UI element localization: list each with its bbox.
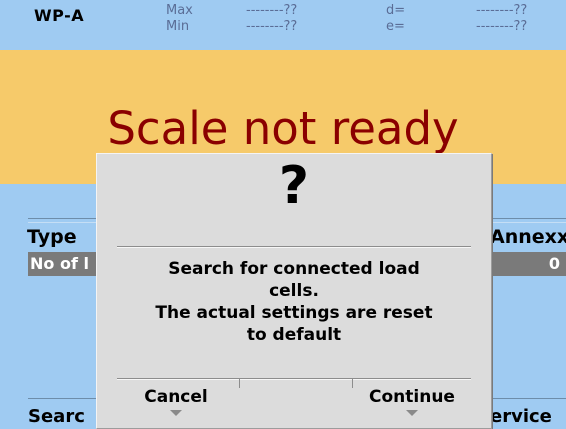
confirm-dialog: ? Search for connected load cells. The a… xyxy=(96,153,492,429)
dialog-message: Search for connected load cells. The act… xyxy=(117,258,471,346)
max-label: Max xyxy=(166,3,193,18)
row-label: No of l xyxy=(30,254,89,273)
down-arrow-icon xyxy=(170,410,182,416)
cancel-label: Cancel xyxy=(144,387,208,407)
status-message: Scale not ready xyxy=(107,102,459,155)
max-min-values: --------?? --------?? xyxy=(246,3,297,35)
e-label: e= xyxy=(386,19,405,34)
button-separator xyxy=(239,378,240,388)
message-line: The actual settings are reset xyxy=(155,303,433,323)
continue-label: Continue xyxy=(369,387,455,407)
header-bar: WP-A Max Min --------?? --------?? d= e=… xyxy=(0,0,566,50)
min-label: Min xyxy=(166,19,190,34)
d-e-labels: d= e= xyxy=(386,3,405,35)
type-column-header: Type xyxy=(27,226,77,248)
max-value: --------?? xyxy=(246,3,298,18)
row-value: 0 xyxy=(548,254,560,273)
message-line: Search for connected load xyxy=(168,259,420,279)
question-icon: ? xyxy=(278,156,310,216)
max-min-labels: Max Min xyxy=(166,3,193,35)
continue-button[interactable]: Continue xyxy=(349,386,475,426)
dialog-divider-bottom-highlight xyxy=(117,379,471,380)
d-label: d= xyxy=(386,3,406,18)
down-arrow-icon xyxy=(406,410,418,416)
e-value: --------?? xyxy=(476,19,528,34)
softkey-service[interactable]: ervice xyxy=(490,406,552,427)
message-line: cells. xyxy=(269,281,319,301)
softkey-search[interactable]: Searc xyxy=(28,406,85,427)
min-value: --------?? xyxy=(246,19,298,34)
d-value: --------?? xyxy=(476,3,528,18)
dialog-divider-top-highlight xyxy=(117,247,471,248)
d-e-values: --------?? --------?? xyxy=(476,3,527,35)
message-line: to default xyxy=(246,325,342,345)
right-column-header: Annexx xyxy=(490,226,566,248)
device-label: WP-A xyxy=(34,6,85,25)
cancel-button[interactable]: Cancel xyxy=(113,386,239,426)
